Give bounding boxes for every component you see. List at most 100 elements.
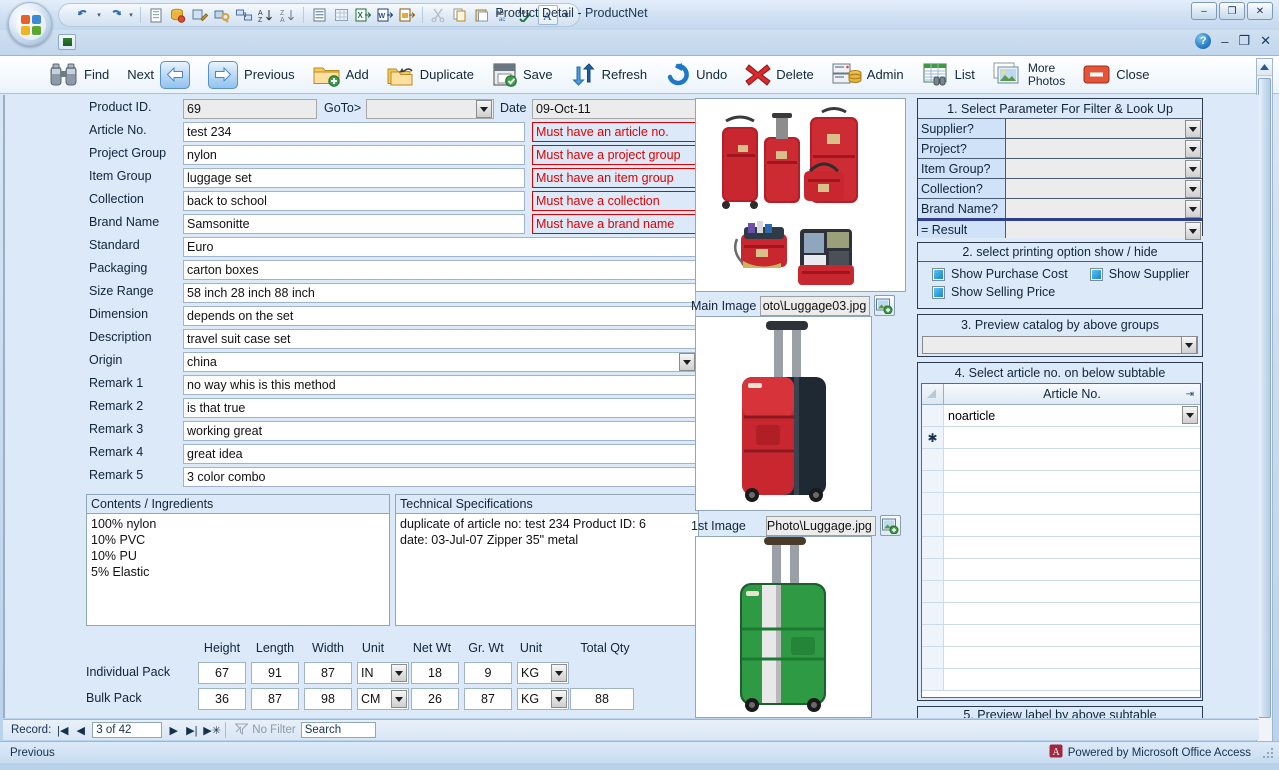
previous-button[interactable]: Previous [199, 57, 304, 93]
bulk-gr-wt-field[interactable]: 87 [464, 688, 512, 710]
minimize-document-button[interactable]: – [1221, 34, 1228, 49]
remark-2-field[interactable]: is that true [183, 398, 696, 418]
size-range-field[interactable]: 58 inch 28 inch 88 inch [183, 283, 696, 303]
sort-ascending-icon[interactable]: AZ [256, 5, 276, 25]
remark-3-field[interactable]: working great [183, 421, 696, 441]
contents-ingredients-value[interactable]: 100% nylon 10% PVC 10% PU 5% Elastic [87, 514, 389, 582]
result-combobox[interactable] [1006, 221, 1202, 238]
goto-dropdown-icon[interactable] [476, 100, 492, 118]
spelling-icon[interactable]: ABC [516, 5, 536, 25]
filter-row-project[interactable]: Project? [918, 138, 1202, 158]
remark-5-field[interactable]: 3 color combo [183, 467, 696, 487]
result-dropdown-icon[interactable] [1185, 222, 1201, 240]
previous-record-button[interactable]: ◀ [74, 724, 87, 737]
key-icon[interactable] [212, 5, 232, 25]
filter-row-result[interactable]: = Result [918, 218, 1202, 238]
main-image-path-field[interactable]: oto\Luggage03.jpg [760, 296, 870, 316]
subtable-new-row[interactable]: ✱ [922, 427, 1200, 449]
form-view-icon[interactable] [309, 5, 329, 25]
undo-button[interactable]: Undo [656, 57, 736, 93]
individual-gr-wt-field[interactable]: 9 [464, 662, 512, 684]
refresh-button[interactable]: Refresh [562, 57, 657, 93]
individual-width-field[interactable]: 87 [304, 662, 352, 684]
bulk-unit2-combobox[interactable]: KG [517, 688, 569, 710]
dimension-field[interactable]: depends on the set [183, 306, 696, 326]
filter-row-supplier[interactable]: Supplier? [918, 118, 1202, 138]
first-record-button[interactable]: |◀ [56, 724, 69, 737]
first-image-path-field[interactable]: Photo\Luggage.jpg [766, 516, 876, 536]
contents-ingredients-box[interactable]: Contents / Ingredients 100% nylon 10% PV… [86, 494, 390, 626]
redo-icon[interactable] [105, 5, 125, 25]
duplicate-button[interactable]: Duplicate [378, 57, 483, 93]
brand-name-field[interactable]: Samsonitte [183, 214, 525, 234]
individual-length-field[interactable]: 91 [251, 662, 299, 684]
preview-catalog-dropdown-icon[interactable] [1181, 336, 1197, 354]
individual-height-field[interactable]: 67 [198, 662, 246, 684]
show-purchase-cost-checkbox[interactable]: Show Purchase Cost [932, 267, 1068, 281]
preview-catalog-combobox[interactable] [922, 336, 1198, 354]
show-selling-price-checkbox[interactable]: Show Selling Price [932, 285, 1202, 299]
collection-filter-dropdown-icon[interactable] [1185, 180, 1201, 198]
article-no-cell-dropdown-icon[interactable] [1182, 406, 1198, 424]
technical-specifications-box[interactable]: Technical Specifications duplicate of ar… [395, 494, 699, 626]
undo-icon[interactable] [73, 5, 93, 25]
article-no-cell[interactable]: noarticle [944, 405, 1200, 426]
sort-descending-icon[interactable]: ZA [278, 5, 298, 25]
new-record-icon[interactable] [146, 5, 166, 25]
collection-filter-combobox[interactable] [1006, 179, 1202, 198]
product-id-field[interactable]: 69 [183, 99, 317, 119]
cut-icon[interactable] [428, 5, 448, 25]
scroll-up-arrow-icon[interactable] [1257, 59, 1272, 76]
standard-field[interactable]: Euro [183, 237, 696, 257]
remark-4-field[interactable]: great idea [183, 444, 696, 464]
export-word-icon[interactable]: W [375, 5, 395, 25]
admin-button[interactable]: Admin [823, 57, 913, 93]
goto-combobox[interactable] [366, 99, 494, 119]
list-button[interactable]: List [913, 57, 984, 93]
delete-button[interactable]: Delete [736, 57, 823, 93]
close-window-button[interactable]: ✕ [1247, 2, 1273, 20]
record-number-field[interactable]: 3 of 42 [92, 722, 162, 738]
individual-unit2-dropdown-icon[interactable] [551, 664, 567, 682]
individual-unit1-combobox[interactable]: IN [357, 662, 409, 684]
browse-first-image-button[interactable] [880, 515, 901, 536]
save-button[interactable]: Save [483, 57, 562, 93]
restore-window-button[interactable]: ❐ [1219, 2, 1245, 20]
main-image[interactable] [695, 98, 906, 292]
bulk-net-wt-field[interactable]: 26 [411, 688, 459, 710]
new-record-button[interactable]: ▶✳ [203, 724, 216, 737]
bulk-width-field[interactable]: 98 [304, 688, 352, 710]
item-group-filter-combobox[interactable] [1006, 159, 1202, 178]
bulk-unit1-dropdown-icon[interactable] [391, 690, 407, 708]
brand-name-filter-combobox[interactable] [1006, 199, 1202, 218]
project-group-field[interactable]: nylon [183, 145, 525, 165]
export-pdf-icon[interactable] [397, 5, 417, 25]
filter-row-brand-name[interactable]: Brand Name? [918, 198, 1202, 218]
bulk-unit1-combobox[interactable]: CM [357, 688, 409, 710]
project-dropdown-icon[interactable] [1185, 140, 1201, 158]
individual-unit1-dropdown-icon[interactable] [391, 664, 407, 682]
subtable-row[interactable]: noarticle [922, 405, 1200, 427]
supplier-combobox[interactable] [1006, 119, 1202, 138]
scrollbar-thumb[interactable] [1258, 78, 1271, 718]
article-subtable[interactable]: Article No. ⇥ noarticle ✱ [921, 383, 1201, 698]
restore-document-button[interactable]: ❐ [1238, 33, 1250, 49]
close-document-button[interactable]: ✕ [1260, 33, 1271, 49]
close-button[interactable]: Close [1074, 57, 1158, 93]
copy-icon[interactable] [450, 5, 470, 25]
last-record-button[interactable]: ▶| [185, 724, 198, 737]
remark-1-field[interactable]: no way whis is this method [183, 375, 696, 395]
next-record-button[interactable]: ▶ [167, 724, 180, 737]
supplier-dropdown-icon[interactable] [1185, 120, 1201, 138]
quick-access-toolbar[interactable]: ▾ ▾ AZ ZA [58, 3, 580, 27]
form-view-toggle-icon[interactable] [58, 34, 76, 50]
first-image[interactable] [695, 316, 872, 511]
bulk-total-qty-field[interactable]: 88 [570, 688, 634, 710]
next-button[interactable]: Next [118, 57, 199, 93]
brand-name-filter-dropdown-icon[interactable] [1185, 200, 1201, 218]
minimize-window-button[interactable]: – [1191, 2, 1217, 20]
help-icon[interactable]: ? [1195, 33, 1211, 49]
filter-toggle-button[interactable]: No Filter [235, 723, 295, 738]
office-button[interactable] [8, 2, 52, 46]
technical-specifications-value[interactable]: duplicate of article no: test 234 Produc… [396, 514, 698, 550]
